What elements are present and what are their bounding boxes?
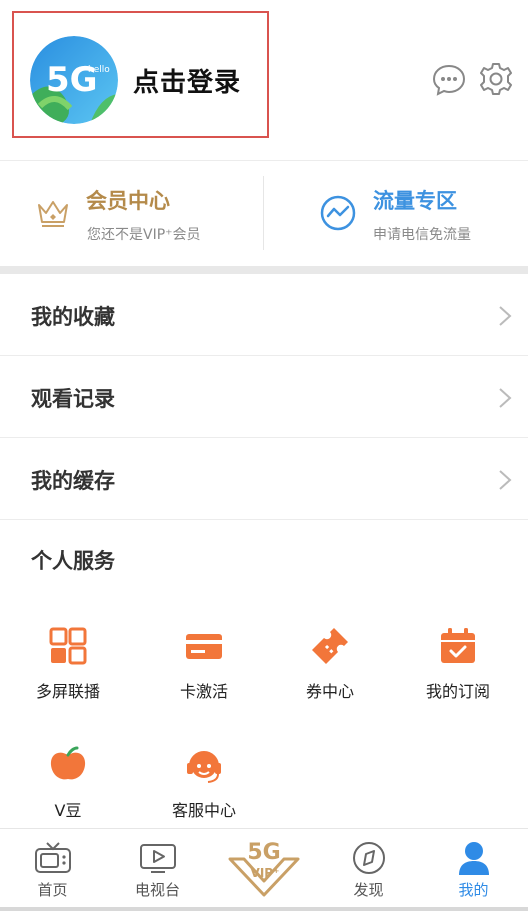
user-icon xyxy=(455,841,493,875)
service-label: 我的订阅 xyxy=(425,682,490,701)
traffic-icon xyxy=(319,194,357,232)
tab-label: 电视台 xyxy=(134,881,180,899)
member-center-subtitle: 您还不是VIP⁺会员 xyxy=(87,227,201,243)
grid-icon xyxy=(48,626,88,666)
compass-icon xyxy=(350,841,388,875)
service-label: 券中心 xyxy=(305,682,354,701)
calendar-check-icon xyxy=(438,626,478,666)
profile-header: 5G hello 点击登录 xyxy=(0,0,528,160)
message-icon[interactable] xyxy=(432,63,466,97)
service-subscriptions[interactable]: 我的订阅 xyxy=(392,626,524,726)
headset-icon xyxy=(184,745,224,785)
service-coupons[interactable]: 券中心 xyxy=(264,626,396,726)
list-item-cache[interactable]: 我的缓存 xyxy=(0,438,528,520)
service-card-activation[interactable]: 卡激活 xyxy=(138,626,270,726)
member-row: 会员中心 您还不是VIP⁺会员 流量专区 申请电信免流量 xyxy=(0,160,528,266)
list-item-label: 我的收藏 xyxy=(31,305,115,329)
chevron-right-icon xyxy=(497,304,513,328)
ticket-icon xyxy=(310,626,350,666)
traffic-zone-title: 流量专区 xyxy=(373,189,457,213)
personal-services-title: 个人服务 xyxy=(31,549,115,573)
list-item-history[interactable]: 观看记录 xyxy=(0,356,528,438)
tab-label: 首页 xyxy=(37,881,68,899)
svg-text:VIP⁺: VIP⁺ xyxy=(251,866,280,880)
list-item-label: 我的缓存 xyxy=(31,469,115,493)
traffic-zone-subtitle: 申请电信免流量 xyxy=(373,227,471,243)
chevron-right-icon xyxy=(497,468,513,492)
home-indicator-bar xyxy=(0,907,528,911)
avatar[interactable]: 5G hello xyxy=(30,36,118,124)
svg-text:hello: hello xyxy=(88,65,110,75)
play-screen-icon xyxy=(139,841,177,875)
tab-label: 我的 xyxy=(458,881,489,899)
svg-text:5G: 5G xyxy=(247,840,280,865)
crown-icon xyxy=(35,195,71,231)
tab-mine[interactable]: 我的 xyxy=(421,829,526,911)
tv-icon xyxy=(34,841,72,875)
member-center-title: 会员中心 xyxy=(86,189,170,213)
login-link[interactable]: 点击登录 xyxy=(133,62,241,99)
list-item-favorites[interactable]: 我的收藏 xyxy=(0,274,528,356)
chevron-right-icon xyxy=(497,386,513,410)
bottom-tab-bar: 首页 电视台 5G VIP⁺ 发现 我的 xyxy=(0,828,528,911)
list-item-label: 观看记录 xyxy=(31,387,115,411)
section-divider xyxy=(0,266,528,274)
tab-discover[interactable]: 发现 xyxy=(316,829,421,911)
vip-badge-icon[interactable]: 5G VIP⁺ xyxy=(222,837,306,899)
card-icon xyxy=(184,626,224,666)
member-center-card[interactable]: 会员中心 您还不是VIP⁺会员 xyxy=(0,160,263,266)
service-label: 多屏联播 xyxy=(35,682,100,701)
gear-icon[interactable] xyxy=(479,62,513,96)
service-multiscreen[interactable]: 多屏联播 xyxy=(2,626,134,726)
bean-icon xyxy=(48,745,88,785)
tab-tv-station[interactable]: 电视台 xyxy=(105,829,210,911)
service-label: 卡激活 xyxy=(179,682,228,701)
tab-home[interactable]: 首页 xyxy=(0,829,105,911)
tab-label: 发现 xyxy=(353,881,384,899)
service-label: V豆 xyxy=(54,801,82,820)
service-label: 客服中心 xyxy=(171,801,236,820)
traffic-zone-card[interactable]: 流量专区 申请电信免流量 xyxy=(264,160,528,266)
